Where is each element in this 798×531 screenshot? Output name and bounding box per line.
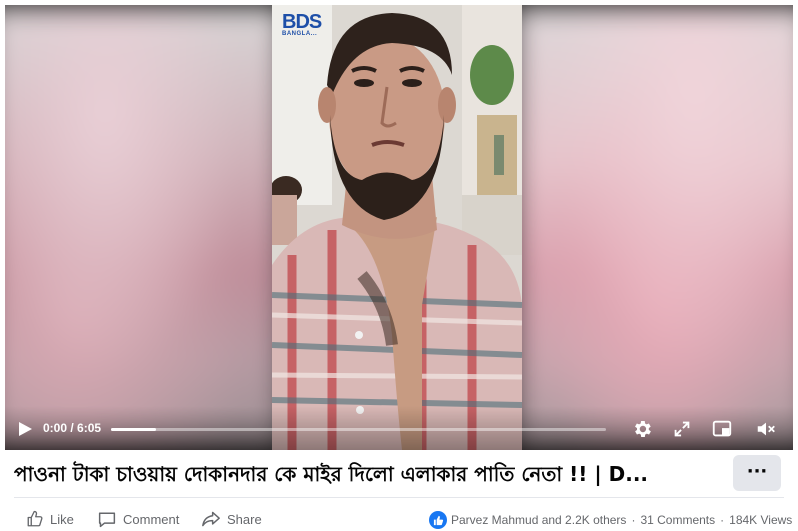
video-scene [272, 5, 522, 450]
video-title[interactable]: পাওনা টাকা চাওয়ায় দোকানদার কে মাইর দিল… [14, 458, 714, 490]
play-icon[interactable] [17, 421, 33, 437]
blurred-background-right [513, 5, 793, 450]
comment-label: Comment [123, 511, 180, 527]
separator: · [720, 513, 725, 527]
divider [14, 497, 784, 498]
like-reaction-icon [429, 511, 447, 529]
like-label: Like [50, 511, 74, 527]
player-controls: 0:00 / 6:05 [5, 406, 793, 450]
share-label: Share [227, 511, 262, 527]
post-title-row: পাওনা টাকা চাওয়ায় দোকানদার কে মাইর দিল… [0, 450, 798, 500]
logo-text: BDS [282, 11, 322, 33]
video-frame[interactable]: BDS BANGLA... [272, 5, 522, 450]
video-player[interactable]: BDS BANGLA... 0:00 / 6:05 [5, 5, 793, 450]
comment-icon [98, 512, 116, 528]
time-display: 0:00 / 6:05 [43, 421, 102, 435]
picture-in-picture-icon[interactable] [711, 418, 733, 440]
like-button[interactable]: Like [26, 509, 74, 529]
volume-muted-icon[interactable] [755, 418, 777, 440]
progress-fill [111, 428, 156, 431]
progress-bar[interactable] [111, 428, 606, 431]
views-count: 184K Views [729, 513, 793, 527]
like-icon [27, 510, 43, 527]
logo-subtext: BANGLA... [282, 31, 318, 37]
fullscreen-icon[interactable] [671, 418, 693, 440]
action-row: Like Comment Share Parvez Mahmud and 2.2… [0, 505, 798, 531]
settings-icon[interactable] [631, 418, 653, 440]
share-icon [202, 511, 220, 527]
reactors-text[interactable]: Parvez Mahmud and 2.2K others [451, 513, 626, 527]
separator: · [631, 513, 636, 527]
share-button[interactable]: Share [201, 509, 262, 529]
blurred-background-left [5, 5, 285, 450]
comment-button[interactable]: Comment [97, 509, 179, 529]
engagement-stats: Parvez Mahmud and 2.2K others · 31 Comme… [429, 510, 792, 530]
channel-logo: BDS BANGLA... [282, 11, 322, 37]
comments-count[interactable]: 31 Comments [640, 513, 715, 527]
more-options-button[interactable]: ··· [733, 455, 781, 491]
